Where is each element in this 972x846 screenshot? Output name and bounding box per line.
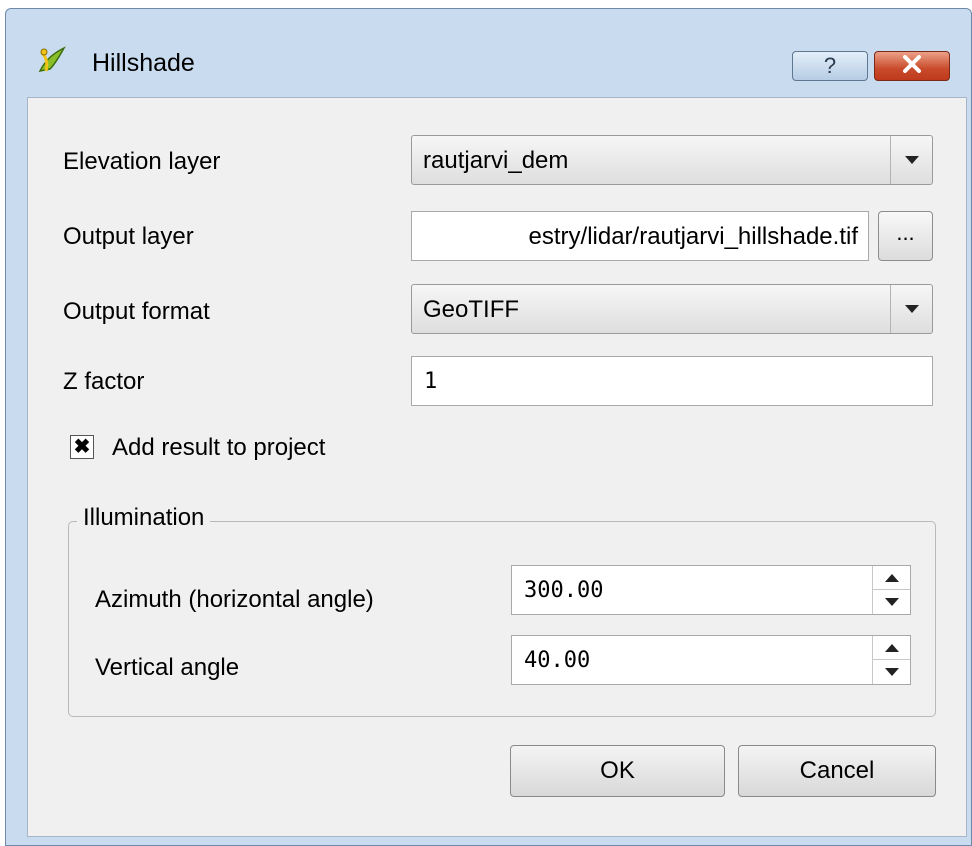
spin-down-icon[interactable] — [873, 590, 910, 614]
output-layer-label: Output layer — [63, 223, 194, 250]
chevron-down-icon[interactable] — [890, 285, 932, 333]
dialog-title: Hillshade — [92, 49, 195, 77]
help-button[interactable]: ? — [792, 51, 868, 81]
elevation-layer-value: rautjarvi_dem — [423, 147, 569, 174]
browse-button-label: ... — [896, 220, 915, 245]
z-factor-value: 1 — [424, 369, 438, 394]
help-button-label: ? — [823, 53, 837, 78]
vertical-angle-spinbox[interactable]: 40.00 — [511, 635, 911, 685]
output-format-value: GeoTIFF — [423, 296, 520, 323]
output-format-select[interactable]: GeoTIFF — [411, 284, 933, 334]
checkmark-icon: ✖ — [73, 436, 91, 458]
dialog-content: Elevation layer rautjarvi_dem Output lay… — [27, 97, 967, 837]
azimuth-label: Azimuth (horizontal angle) — [95, 586, 374, 613]
add-result-label: Add result to project — [112, 434, 326, 461]
vertical-angle-label: Vertical angle — [95, 654, 240, 681]
illumination-group: Illumination Azimuth (horizontal angle) … — [68, 504, 936, 717]
azimuth-spinbox[interactable]: 300.00 — [511, 565, 911, 615]
spin-down-icon[interactable] — [873, 660, 910, 684]
close-button[interactable] — [874, 51, 950, 81]
illumination-group-title: Illumination — [77, 504, 211, 532]
cancel-button-label: Cancel — [799, 757, 875, 784]
output-layer-input[interactable]: estry/lidar/rautjarvi_hillshade.tif — [411, 211, 869, 261]
spin-up-icon[interactable] — [873, 566, 910, 590]
elevation-layer-label: Elevation layer — [63, 148, 221, 175]
add-result-checkbox[interactable]: ✖ — [70, 435, 94, 459]
azimuth-value: 300.00 — [524, 578, 604, 603]
ok-button[interactable]: OK — [510, 745, 725, 797]
chevron-down-icon[interactable] — [890, 136, 932, 184]
z-factor-input[interactable]: 1 — [411, 356, 933, 406]
elevation-layer-select[interactable]: rautjarvi_dem — [411, 135, 933, 185]
qgis-icon — [36, 45, 68, 75]
vertical-angle-value: 40.00 — [524, 648, 591, 673]
cancel-button[interactable]: Cancel — [738, 745, 936, 797]
output-layer-value: estry/lidar/rautjarvi_hillshade.tif — [528, 223, 858, 250]
dialog-window: Hillshade ? Elevation layer rautjarvi_de… — [5, 8, 972, 846]
vertical-angle-spin-buttons — [872, 636, 910, 684]
ok-button-label: OK — [600, 757, 635, 784]
output-format-label: Output format — [63, 298, 210, 325]
close-icon — [901, 54, 923, 78]
z-factor-label: Z factor — [63, 368, 145, 395]
spin-up-icon[interactable] — [873, 636, 910, 660]
azimuth-spin-buttons — [872, 566, 910, 614]
browse-button[interactable]: ... — [878, 211, 933, 261]
title-bar[interactable]: Hillshade ? — [6, 9, 971, 93]
